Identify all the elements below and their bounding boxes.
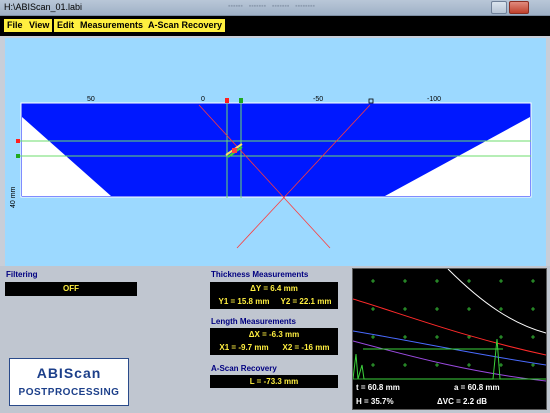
- a-scan-recovery-value: L = -73.3 mm: [249, 377, 299, 386]
- title-bar-faded-menu: ▪▪▪▪▪▪ ▪▪▪▪▪▪▪ ▪▪▪▪▪▪▪ ▪▪▪▪▪▪▪▪: [228, 3, 315, 10]
- scale-tick-minus50: -50: [313, 96, 323, 103]
- a-scan-recovery-label: A-Scan Recovery: [211, 364, 277, 373]
- readout-a: a = 60.8 mm: [454, 383, 500, 392]
- readout-dvc: ΔVC = 2.2 dB: [437, 397, 487, 406]
- scale-tick-50: 50: [87, 96, 95, 103]
- scale-tick-minus100: -100: [427, 96, 441, 103]
- thickness-label: Thickness Measurements: [211, 270, 309, 279]
- a-scan-recovery-box: L = -73.3 mm: [210, 375, 338, 388]
- title-bar: H:\ABIScan_01.labi ▪▪▪▪▪▪ ▪▪▪▪▪▪▪ ▪▪▪▪▪▪…: [0, 0, 550, 16]
- scale-tick-0: 0: [201, 96, 205, 103]
- filtering-label: Filtering: [6, 270, 38, 279]
- menu-a-scan-recovery[interactable]: A-Scan Recovery: [145, 19, 226, 32]
- menu-file[interactable]: File: [4, 19, 26, 32]
- close-button[interactable]: [509, 1, 529, 14]
- curve-purple: [353, 340, 546, 382]
- marker-green: [239, 98, 243, 103]
- a-scan-signal: [353, 338, 546, 380]
- depth-axis-label: 40 mm: [10, 186, 17, 208]
- logo-title: ABIScan: [36, 365, 102, 381]
- curve-red: [353, 298, 546, 356]
- length-box: ΔX = -6.3 mm X1 = -9.7 mm X2 = -16 mm: [210, 328, 338, 355]
- menu-view[interactable]: View: [26, 19, 53, 32]
- filtering-value: OFF: [63, 284, 79, 293]
- left-marker-red: [16, 139, 20, 143]
- menu-bar: File View Edit Measurements A-Scan Recov…: [0, 16, 550, 36]
- readout-t: t = 60.8 mm: [356, 383, 400, 392]
- minimize-button[interactable]: [491, 1, 507, 14]
- readout-h: H = 35.7%: [356, 397, 394, 406]
- abiscan-logo: ABIScan POSTPROCESSING: [9, 358, 129, 406]
- thickness-y2: Y2 = 22.1 mm: [280, 297, 332, 306]
- b-scan-canvas: 50 0 -50 -100 40 mm: [10, 96, 532, 249]
- window-title: H:\ABIScan_01.labi: [4, 2, 83, 12]
- thickness-box: ΔY = 6.4 mm Y1 = 15.8 mm Y2 = 22.1 mm: [210, 282, 338, 309]
- filtering-value-box[interactable]: OFF: [5, 282, 137, 296]
- marker-outline: [368, 98, 374, 104]
- marker-red: [225, 98, 229, 103]
- curve-white: [447, 269, 546, 334]
- b-scan-view[interactable]: 50 0 -50 -100 40 mm: [5, 38, 546, 266]
- logo-subtitle: POSTPROCESSING: [18, 387, 120, 398]
- a-scan-grid: [371, 279, 535, 367]
- thickness-dy: ΔY = 6.4 mm: [250, 284, 298, 293]
- length-dx: ΔX = -6.3 mm: [248, 330, 300, 339]
- menu-measurements[interactable]: Measurements: [77, 19, 147, 32]
- left-marker-green: [16, 154, 20, 158]
- app-window: H:\ABIScan_01.labi ▪▪▪▪▪▪ ▪▪▪▪▪▪▪ ▪▪▪▪▪▪…: [0, 0, 550, 413]
- length-label: Length Measurements: [211, 317, 296, 326]
- menu-edit[interactable]: Edit: [54, 19, 77, 32]
- length-x2: X2 = -16 mm: [282, 343, 330, 352]
